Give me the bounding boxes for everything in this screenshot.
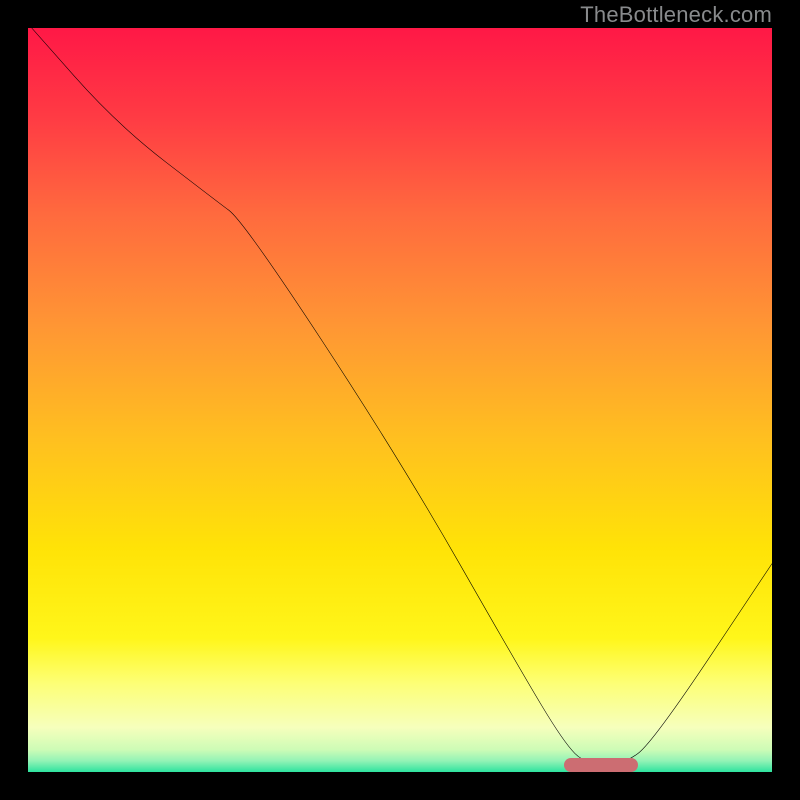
curve-line xyxy=(28,28,772,772)
trough-marker xyxy=(564,758,638,772)
plot-area xyxy=(24,24,776,776)
watermark-text: TheBottleneck.com xyxy=(580,2,772,28)
